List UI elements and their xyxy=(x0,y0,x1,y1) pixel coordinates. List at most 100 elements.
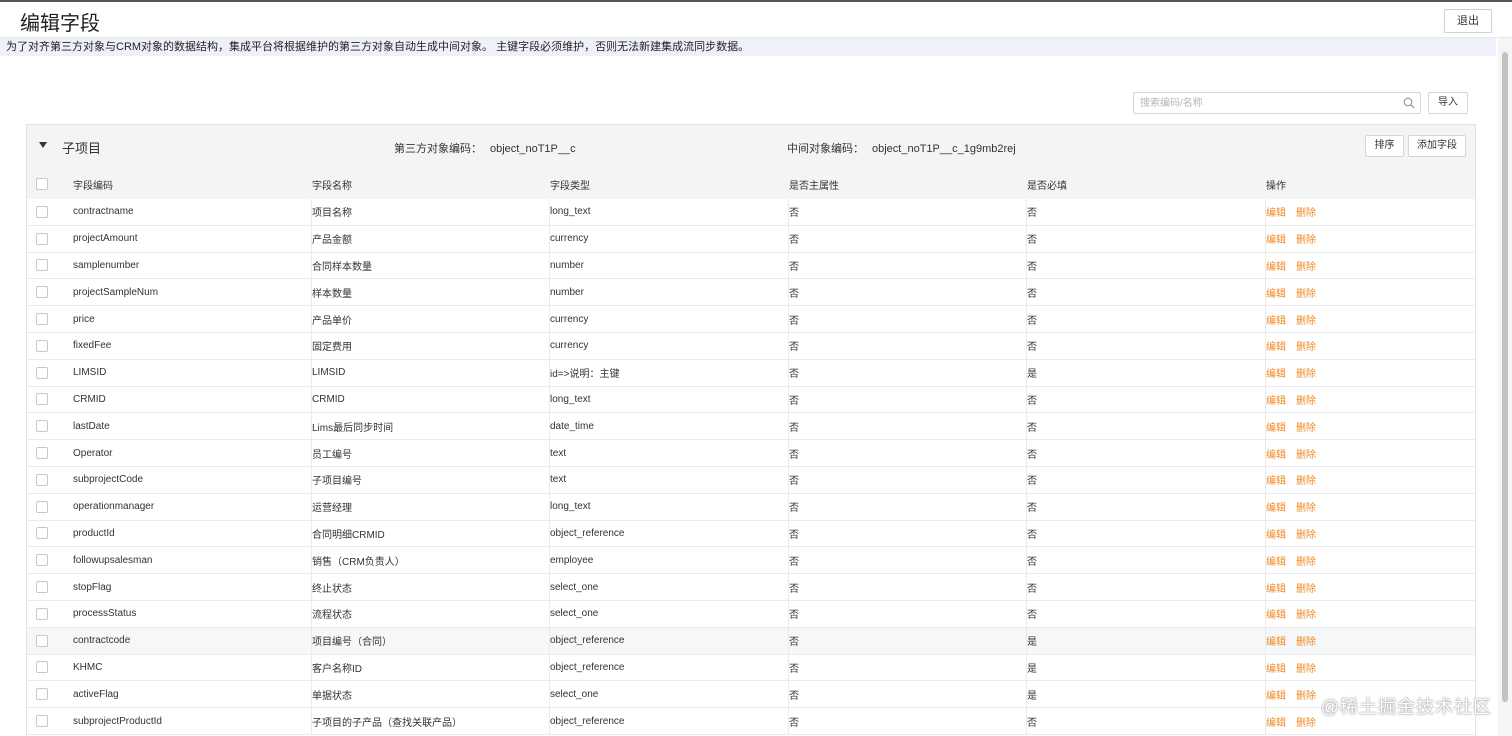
row-checkbox[interactable] xyxy=(36,715,48,728)
table-row[interactable]: projectSampleNum 样本数量 number 否否编辑 删除 xyxy=(27,279,1475,307)
row-checkbox[interactable] xyxy=(36,447,48,460)
edit-link[interactable]: 编辑 xyxy=(1266,392,1286,407)
delete-link[interactable]: 删除 xyxy=(1296,312,1316,327)
page-scrollbar[interactable] xyxy=(1498,38,1512,736)
collapse-caret-icon[interactable] xyxy=(39,142,47,148)
table-row[interactable]: contractname 项目名称 long_text 否否编辑 删除 xyxy=(27,199,1475,226)
table-row[interactable]: stopFlag 终止状态 select_one 否否编辑 删除 xyxy=(27,574,1475,601)
delete-link[interactable]: 删除 xyxy=(1296,553,1316,568)
primary-attr-cell: 否 xyxy=(789,600,1027,627)
delete-link[interactable]: 删除 xyxy=(1296,633,1316,648)
row-checkbox[interactable] xyxy=(36,393,48,406)
table-row[interactable]: LIMSID LIMSID id=>说明：主键否是编辑 删除 xyxy=(27,359,1475,387)
row-checkbox[interactable] xyxy=(36,205,48,218)
edit-link[interactable]: 编辑 xyxy=(1266,660,1286,675)
delete-link[interactable]: 删除 xyxy=(1296,231,1316,246)
edit-link[interactable]: 编辑 xyxy=(1266,714,1286,729)
search-input[interactable] xyxy=(1134,93,1394,113)
table-row[interactable]: CRMID CRMID long_text 否否编辑 删除 xyxy=(27,386,1475,414)
table-row[interactable]: activeFlag 单据状态 select_one 否是编辑 删除 xyxy=(27,681,1475,709)
delete-link[interactable]: 删除 xyxy=(1296,580,1316,595)
delete-link[interactable]: 删除 xyxy=(1296,419,1316,434)
row-checkbox[interactable] xyxy=(36,607,48,620)
edit-link[interactable]: 编辑 xyxy=(1266,633,1286,648)
sort-button[interactable]: 排序 xyxy=(1365,135,1404,157)
select-all-checkbox[interactable] xyxy=(36,178,48,190)
table-row[interactable]: subprojectCode 子项目编号 text 否否编辑 删除 xyxy=(27,466,1475,494)
table-row[interactable]: fixedFee 固定费用 currency 否否编辑 删除 xyxy=(27,332,1475,360)
delete-link[interactable]: 删除 xyxy=(1296,499,1316,514)
edit-link[interactable]: 编辑 xyxy=(1266,580,1286,595)
edit-link[interactable]: 编辑 xyxy=(1266,446,1286,461)
delete-link[interactable]: 删除 xyxy=(1296,392,1316,407)
add-field-button[interactable]: 添加字段 xyxy=(1408,135,1466,157)
row-checkbox[interactable] xyxy=(36,286,48,299)
edit-link[interactable]: 编辑 xyxy=(1266,499,1286,514)
field-name-cell: 项目名称 xyxy=(312,199,550,225)
table-row[interactable]: lastDate Lims最后同步时间 date_time 否否编辑 删除 xyxy=(27,413,1475,441)
table-row[interactable]: contractcode 项目编号（合同） object_reference 否是编辑… xyxy=(27,627,1475,655)
delete-link[interactable]: 删除 xyxy=(1296,338,1316,353)
delete-link[interactable]: 删除 xyxy=(1296,472,1316,487)
delete-link[interactable]: 删除 xyxy=(1296,526,1316,541)
edit-link[interactable]: 编辑 xyxy=(1266,204,1286,219)
edit-link[interactable]: 编辑 xyxy=(1266,472,1286,487)
edit-link[interactable]: 编辑 xyxy=(1266,419,1286,434)
scrollbar-thumb[interactable] xyxy=(1502,52,1508,702)
edit-link[interactable]: 编辑 xyxy=(1266,687,1286,702)
edit-link[interactable]: 编辑 xyxy=(1266,285,1286,300)
row-checkbox[interactable] xyxy=(36,527,48,540)
delete-link[interactable]: 删除 xyxy=(1296,365,1316,380)
row-checkbox[interactable] xyxy=(36,581,48,594)
table-row[interactable]: processStatus 流程状态 select_one 否否编辑 删除 xyxy=(27,600,1475,628)
row-checkbox[interactable] xyxy=(36,500,48,513)
edit-link[interactable]: 编辑 xyxy=(1266,526,1286,541)
ops-cell: 编辑 删除 xyxy=(1266,360,1475,386)
row-checkbox[interactable] xyxy=(36,259,48,272)
edit-link[interactable]: 编辑 xyxy=(1266,606,1286,621)
table-row[interactable]: price 产品单价 currency 否否编辑 删除 xyxy=(27,306,1475,333)
delete-link[interactable]: 删除 xyxy=(1296,446,1316,461)
required-cell: 否 xyxy=(1027,466,1266,493)
primary-attr-cell: 否 xyxy=(789,359,1027,386)
delete-link[interactable]: 删除 xyxy=(1296,714,1316,729)
row-checkbox[interactable] xyxy=(36,554,48,567)
search-icon[interactable] xyxy=(1403,97,1415,109)
delete-link[interactable]: 删除 xyxy=(1296,204,1316,219)
row-checkbox[interactable] xyxy=(36,313,48,326)
edit-link[interactable]: 编辑 xyxy=(1266,365,1286,380)
field-code-cell: projectSampleNum xyxy=(73,279,312,306)
table-row[interactable]: productId 合同明细CRMID object_reference 否否编辑 删除 xyxy=(27,520,1475,548)
exit-button[interactable]: 退出 xyxy=(1444,9,1492,33)
table-row[interactable]: followupsalesman 销售（CRM负责人） employee 否否编辑 删除 xyxy=(27,547,1475,575)
required-cell: 否 xyxy=(1027,199,1266,225)
edit-link[interactable]: 编辑 xyxy=(1266,231,1286,246)
table-row[interactable]: operationmanager 运营经理 long_text 否否编辑 删除 xyxy=(27,493,1475,521)
field-type-cell: object_reference xyxy=(550,708,789,734)
row-checkbox[interactable] xyxy=(36,661,48,674)
delete-link[interactable]: 删除 xyxy=(1296,660,1316,675)
edit-link[interactable]: 编辑 xyxy=(1266,338,1286,353)
delete-link[interactable]: 删除 xyxy=(1296,285,1316,300)
edit-link[interactable]: 编辑 xyxy=(1266,312,1286,327)
table-row[interactable]: projectAmount 产品金额 currency 否否编辑 删除 xyxy=(27,225,1475,253)
ops-cell: 编辑 删除 xyxy=(1266,279,1475,305)
edit-link[interactable]: 编辑 xyxy=(1266,553,1286,568)
table-row[interactable]: KHMC 客户名称ID object_reference 否是编辑 删除 xyxy=(27,654,1475,682)
delete-link[interactable]: 删除 xyxy=(1296,606,1316,621)
edit-link[interactable]: 编辑 xyxy=(1266,258,1286,273)
table-row[interactable]: Operator 员工编号 text 否否编辑 删除 xyxy=(27,440,1475,467)
import-button[interactable]: 导入 xyxy=(1428,92,1468,114)
row-checkbox[interactable] xyxy=(36,232,48,245)
table-row[interactable]: samplenumber 合同样本数量 number 否否编辑 删除 xyxy=(27,252,1475,280)
primary-attr-cell: 否 xyxy=(789,440,1027,466)
row-checkbox[interactable] xyxy=(36,473,48,486)
row-checkbox[interactable] xyxy=(36,366,48,379)
delete-link[interactable]: 删除 xyxy=(1296,258,1316,273)
row-checkbox[interactable] xyxy=(36,420,48,433)
row-checkbox[interactable] xyxy=(36,339,48,352)
row-checkbox[interactable] xyxy=(36,688,48,701)
table-row[interactable]: subprojectProductId 子项目的子产品（查找关联产品） object… xyxy=(27,708,1475,735)
delete-link[interactable]: 删除 xyxy=(1296,687,1316,702)
row-checkbox[interactable] xyxy=(36,634,48,647)
